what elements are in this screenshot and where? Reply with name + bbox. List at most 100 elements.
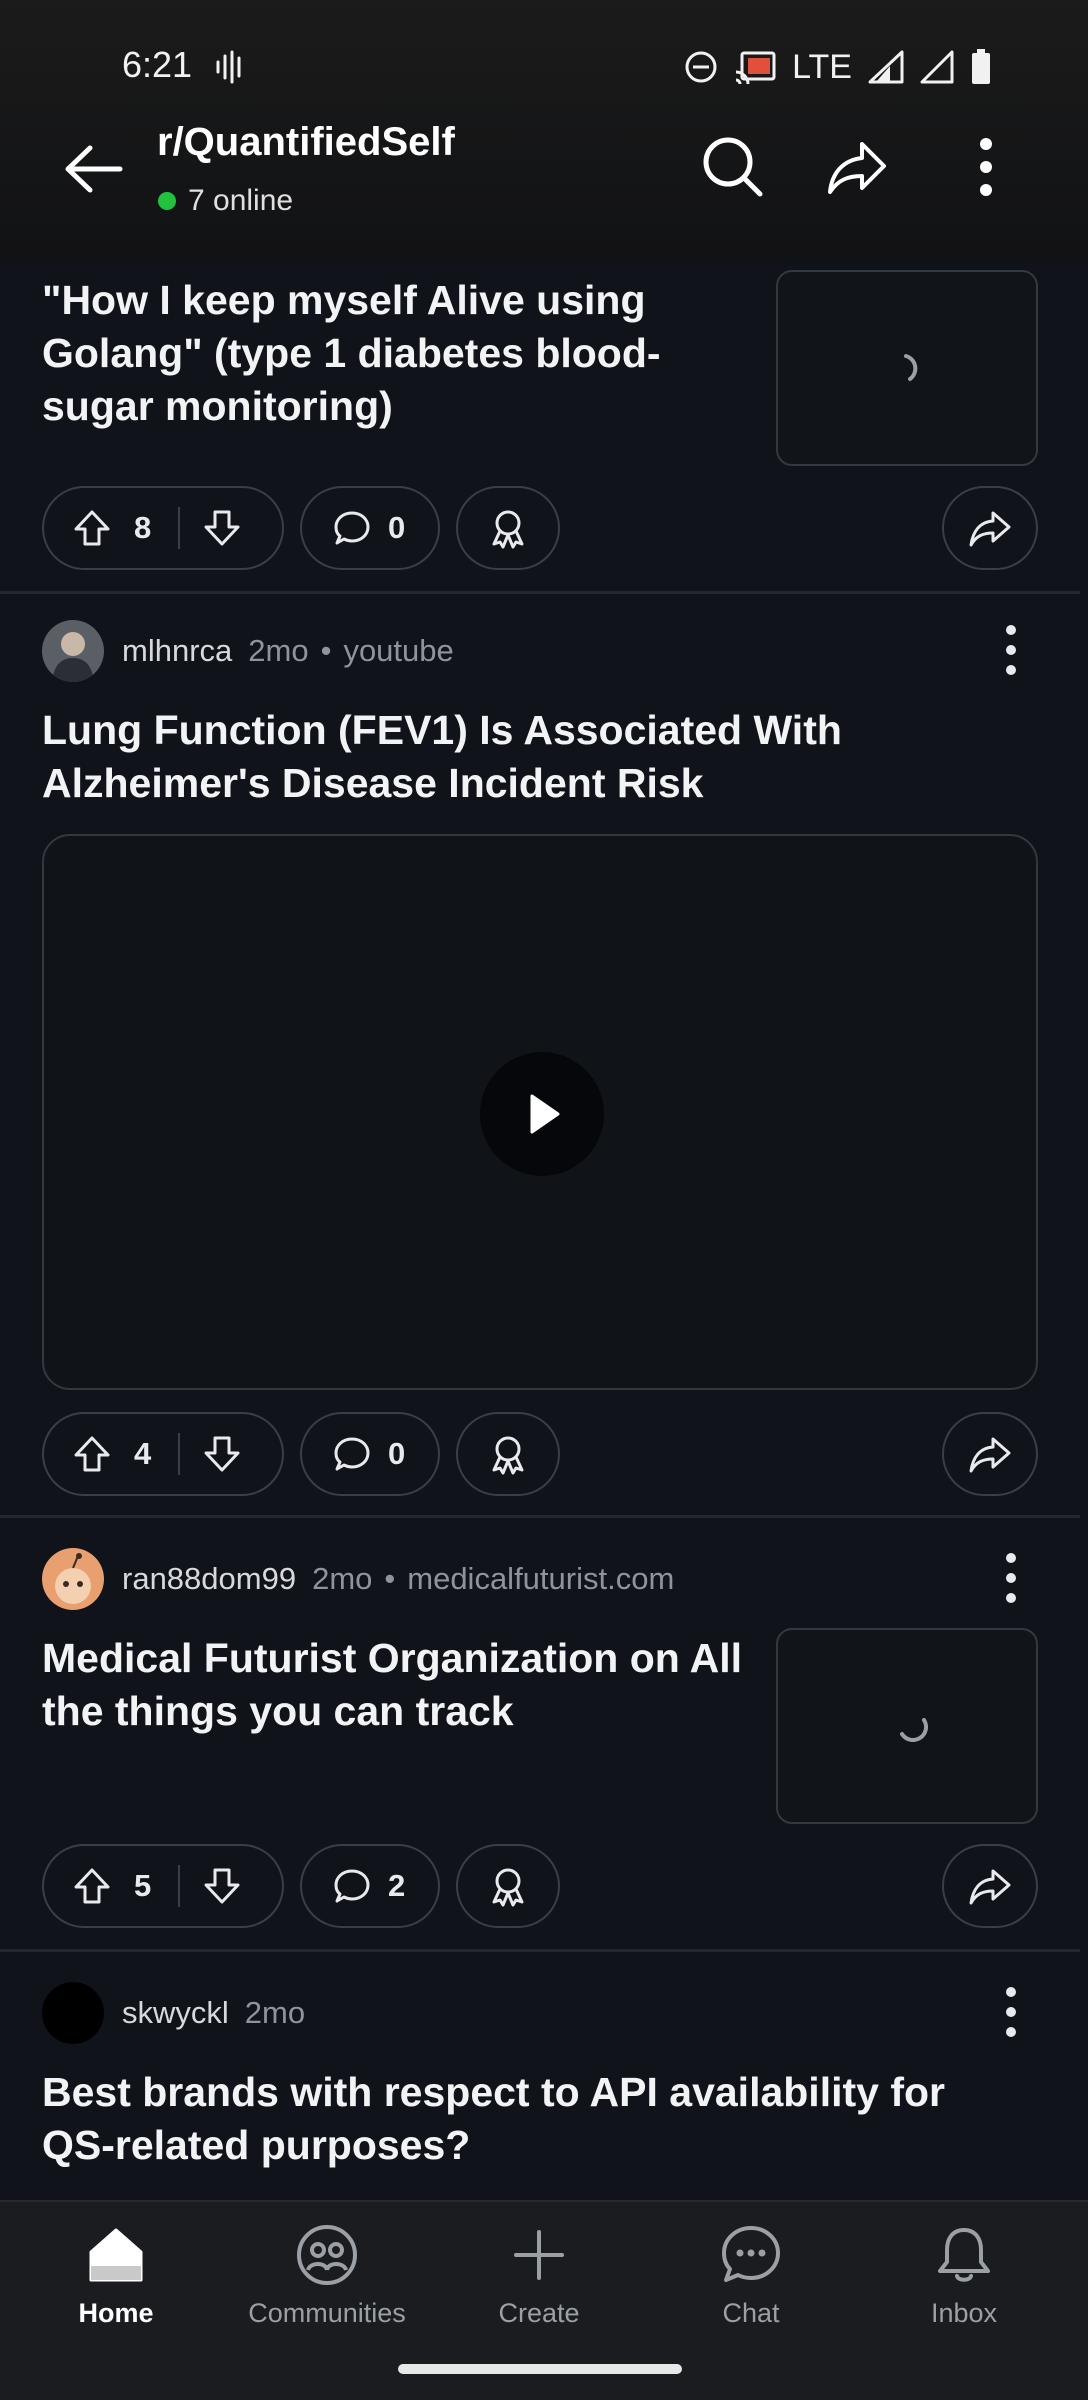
- online-count: 7 online: [188, 184, 294, 217]
- nav-create[interactable]: Create: [449, 2222, 629, 2329]
- post-title[interactable]: Best brands with respect to API availabi…: [42, 2066, 1022, 2172]
- comment-count: 0: [388, 1436, 406, 1471]
- comments-button[interactable]: 0: [300, 1412, 440, 1496]
- play-icon: [530, 1094, 560, 1134]
- post-card[interactable]: mlhnrca 2mo • youtube Lung Function (FEV…: [0, 594, 1080, 1518]
- award-icon: [492, 1868, 524, 1907]
- more-options-icon[interactable]: [966, 134, 1006, 200]
- author-name[interactable]: mlhnrca: [122, 633, 232, 669]
- upvote-icon[interactable]: [72, 1866, 112, 1906]
- subreddit-name[interactable]: r/QuantifiedSelf: [157, 120, 455, 165]
- communities-icon: [297, 2225, 357, 2285]
- post-title[interactable]: Medical Futurist Organization on All the…: [42, 1632, 762, 1738]
- nav-inbox-label: Inbox: [930, 2298, 998, 2328]
- post-card[interactable]: "How I keep myself Alive using Golang" (…: [0, 262, 1080, 594]
- share-icon[interactable]: [824, 134, 890, 200]
- share-icon: [969, 1437, 1011, 1473]
- downvote-icon[interactable]: [202, 508, 242, 548]
- post-domain[interactable]: youtube: [343, 633, 453, 669]
- do-not-disturb-icon: [685, 51, 717, 83]
- author-name[interactable]: skwyckl: [122, 1995, 229, 2031]
- bell-icon: [938, 2228, 990, 2282]
- vote-control: 5: [42, 1844, 284, 1928]
- upvote-count: 5: [134, 1868, 152, 1903]
- loading-spinner-icon: [900, 1718, 928, 1742]
- meta-separator: •: [384, 1561, 396, 1596]
- share-icon: [969, 1869, 1011, 1905]
- share-button[interactable]: [942, 1844, 1038, 1928]
- comment-icon: [334, 1869, 370, 1903]
- signal-icon: [868, 50, 904, 84]
- upvote-count: 8: [134, 510, 152, 545]
- award-button[interactable]: [456, 486, 560, 570]
- share-button[interactable]: [942, 1412, 1038, 1496]
- vote-control: 4: [42, 1412, 284, 1496]
- avatar[interactable]: [42, 1548, 104, 1610]
- app-bar: 6:21 LTE r/QuantifiedSelf 7 online: [0, 0, 1088, 262]
- search-icon[interactable]: [700, 134, 766, 200]
- downvote-icon[interactable]: [202, 1434, 242, 1474]
- award-button[interactable]: [456, 1412, 560, 1496]
- home-icon: [89, 2228, 143, 2282]
- nav-home[interactable]: Home: [26, 2222, 206, 2329]
- more-options-icon[interactable]: [1000, 1548, 1022, 1608]
- upvote-icon[interactable]: [72, 508, 112, 548]
- more-options-icon[interactable]: [1000, 620, 1022, 680]
- battery-icon: [972, 49, 990, 84]
- avatar[interactable]: [42, 1982, 104, 2044]
- post-title[interactable]: Lung Function (FEV1) Is Associated With …: [42, 704, 1002, 810]
- nav-communities-label: Communities: [248, 2298, 406, 2328]
- comment-icon: [334, 1437, 370, 1471]
- online-indicator: 7 online: [158, 184, 293, 218]
- network-type: LTE: [792, 47, 852, 86]
- nav-chat-label: Chat: [722, 2298, 780, 2328]
- sound-wave-icon: [216, 50, 241, 84]
- gesture-bar[interactable]: [398, 2364, 682, 2374]
- play-button[interactable]: [480, 1052, 604, 1176]
- award-icon: [492, 1436, 524, 1475]
- post-title[interactable]: "How I keep myself Alive using Golang" (…: [42, 274, 762, 433]
- more-options-icon[interactable]: [1000, 1982, 1022, 2042]
- post-age: 2mo: [248, 633, 309, 668]
- status-icons: LTE: [684, 44, 992, 90]
- downvote-icon[interactable]: [202, 1866, 242, 1906]
- chat-icon: [722, 2226, 780, 2282]
- nav-home-label: Home: [78, 2298, 154, 2328]
- nav-chat[interactable]: Chat: [661, 2222, 841, 2329]
- post-domain[interactable]: medicalfuturist.com: [407, 1561, 674, 1597]
- post-actions: 8 0: [42, 486, 1038, 570]
- vote-control: 8: [42, 486, 284, 570]
- upvote-count: 4: [134, 1436, 152, 1471]
- plus-icon: [514, 2230, 564, 2280]
- meta-separator: •: [320, 633, 332, 668]
- cast-icon: [735, 51, 776, 84]
- comments-button[interactable]: 2: [300, 1844, 440, 1928]
- nav-inbox[interactable]: Inbox: [874, 2222, 1054, 2329]
- online-dot: [158, 192, 176, 210]
- back-arrow-icon[interactable]: [60, 136, 126, 202]
- post-meta: mlhnrca 2mo • youtube: [42, 620, 454, 682]
- vote-divider: [178, 1865, 180, 1907]
- share-button[interactable]: [942, 486, 1038, 570]
- comment-count: 2: [388, 1868, 406, 1903]
- comment-count: 0: [388, 510, 406, 545]
- post-actions: 4 0: [42, 1412, 1038, 1496]
- post-card[interactable]: ran88dom99 2mo • medicalfuturist.com Med…: [0, 1518, 1080, 1952]
- video-player[interactable]: [42, 834, 1038, 1390]
- share-icon: [969, 511, 1011, 547]
- award-icon: [492, 510, 524, 549]
- award-button[interactable]: [456, 1844, 560, 1928]
- comment-icon: [334, 511, 370, 545]
- post-thumbnail[interactable]: [776, 1628, 1038, 1824]
- author-name[interactable]: ran88dom99: [122, 1561, 296, 1597]
- post-thumbnail[interactable]: [776, 270, 1038, 466]
- comments-button[interactable]: 0: [300, 486, 440, 570]
- post-age: 2mo: [244, 1995, 306, 2030]
- upvote-icon[interactable]: [72, 1434, 112, 1474]
- avatar[interactable]: [42, 620, 104, 682]
- nav-communities[interactable]: Communities: [237, 2222, 417, 2329]
- signal-empty-icon: [920, 50, 954, 84]
- post-card[interactable]: skwyckl 2mo Best brands with respect to …: [0, 1952, 1080, 2200]
- status-bar: 6:21 LTE: [0, 0, 1088, 130]
- post-meta: skwyckl 2mo: [42, 1982, 305, 2044]
